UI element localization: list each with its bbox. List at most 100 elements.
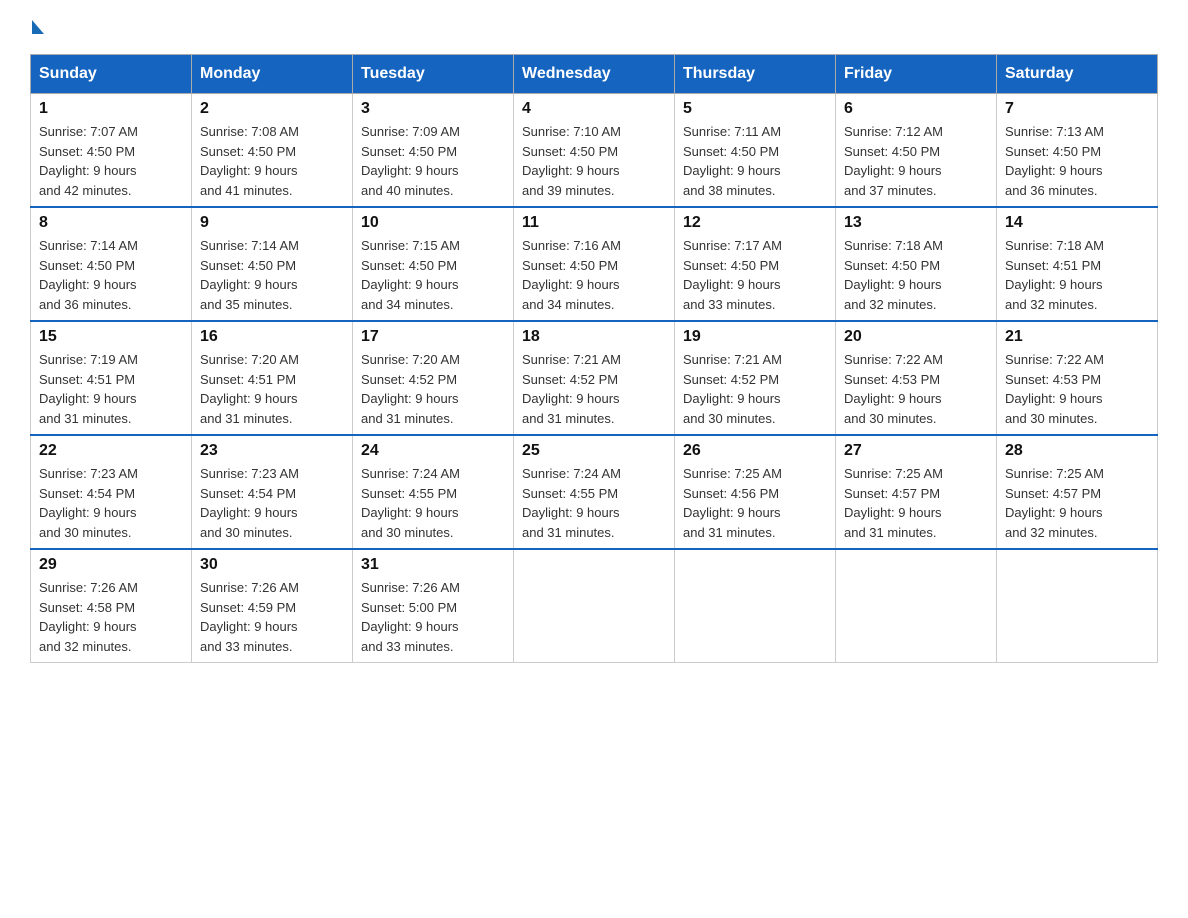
day-info: Sunrise: 7:15 AMSunset: 4:50 PMDaylight:… [361, 238, 460, 312]
day-number: 9 [200, 214, 344, 232]
day-number: 11 [522, 214, 666, 232]
calendar-cell [514, 549, 675, 663]
calendar-cell: 5 Sunrise: 7:11 AMSunset: 4:50 PMDayligh… [675, 94, 836, 208]
calendar-cell: 25 Sunrise: 7:24 AMSunset: 4:55 PMDaylig… [514, 435, 675, 549]
logo [30, 20, 44, 36]
calendar-header-row: SundayMondayTuesdayWednesdayThursdayFrid… [31, 55, 1158, 94]
day-info: Sunrise: 7:21 AMSunset: 4:52 PMDaylight:… [683, 352, 782, 426]
calendar-cell: 27 Sunrise: 7:25 AMSunset: 4:57 PMDaylig… [836, 435, 997, 549]
calendar-cell: 6 Sunrise: 7:12 AMSunset: 4:50 PMDayligh… [836, 94, 997, 208]
week-row-2: 8 Sunrise: 7:14 AMSunset: 4:50 PMDayligh… [31, 207, 1158, 321]
calendar-cell: 18 Sunrise: 7:21 AMSunset: 4:52 PMDaylig… [514, 321, 675, 435]
calendar-cell: 11 Sunrise: 7:16 AMSunset: 4:50 PMDaylig… [514, 207, 675, 321]
day-number: 10 [361, 214, 505, 232]
day-number: 1 [39, 100, 183, 118]
day-info: Sunrise: 7:13 AMSunset: 4:50 PMDaylight:… [1005, 124, 1104, 198]
day-info: Sunrise: 7:25 AMSunset: 4:56 PMDaylight:… [683, 466, 782, 540]
calendar-cell: 12 Sunrise: 7:17 AMSunset: 4:50 PMDaylig… [675, 207, 836, 321]
calendar-cell: 8 Sunrise: 7:14 AMSunset: 4:50 PMDayligh… [31, 207, 192, 321]
day-info: Sunrise: 7:11 AMSunset: 4:50 PMDaylight:… [683, 124, 781, 198]
column-header-friday: Friday [836, 55, 997, 94]
day-number: 17 [361, 328, 505, 346]
day-number: 20 [844, 328, 988, 346]
day-info: Sunrise: 7:14 AMSunset: 4:50 PMDaylight:… [39, 238, 138, 312]
calendar-cell: 31 Sunrise: 7:26 AMSunset: 5:00 PMDaylig… [353, 549, 514, 663]
calendar-cell: 1 Sunrise: 7:07 AMSunset: 4:50 PMDayligh… [31, 94, 192, 208]
day-info: Sunrise: 7:21 AMSunset: 4:52 PMDaylight:… [522, 352, 621, 426]
calendar-cell: 28 Sunrise: 7:25 AMSunset: 4:57 PMDaylig… [997, 435, 1158, 549]
day-number: 25 [522, 442, 666, 460]
day-number: 8 [39, 214, 183, 232]
day-number: 29 [39, 556, 183, 574]
calendar-table: SundayMondayTuesdayWednesdayThursdayFrid… [30, 54, 1158, 663]
column-header-wednesday: Wednesday [514, 55, 675, 94]
page-header [30, 20, 1158, 36]
calendar-cell: 15 Sunrise: 7:19 AMSunset: 4:51 PMDaylig… [31, 321, 192, 435]
day-info: Sunrise: 7:07 AMSunset: 4:50 PMDaylight:… [39, 124, 138, 198]
day-info: Sunrise: 7:17 AMSunset: 4:50 PMDaylight:… [683, 238, 782, 312]
day-number: 16 [200, 328, 344, 346]
day-info: Sunrise: 7:18 AMSunset: 4:51 PMDaylight:… [1005, 238, 1104, 312]
day-info: Sunrise: 7:12 AMSunset: 4:50 PMDaylight:… [844, 124, 943, 198]
day-number: 26 [683, 442, 827, 460]
day-number: 7 [1005, 100, 1149, 118]
week-row-1: 1 Sunrise: 7:07 AMSunset: 4:50 PMDayligh… [31, 94, 1158, 208]
calendar-cell: 21 Sunrise: 7:22 AMSunset: 4:53 PMDaylig… [997, 321, 1158, 435]
week-row-3: 15 Sunrise: 7:19 AMSunset: 4:51 PMDaylig… [31, 321, 1158, 435]
logo-row [30, 20, 44, 36]
day-number: 4 [522, 100, 666, 118]
day-number: 27 [844, 442, 988, 460]
calendar-cell: 2 Sunrise: 7:08 AMSunset: 4:50 PMDayligh… [192, 94, 353, 208]
week-row-4: 22 Sunrise: 7:23 AMSunset: 4:54 PMDaylig… [31, 435, 1158, 549]
day-info: Sunrise: 7:23 AMSunset: 4:54 PMDaylight:… [39, 466, 138, 540]
day-number: 12 [683, 214, 827, 232]
day-number: 31 [361, 556, 505, 574]
day-info: Sunrise: 7:09 AMSunset: 4:50 PMDaylight:… [361, 124, 460, 198]
day-info: Sunrise: 7:26 AMSunset: 5:00 PMDaylight:… [361, 580, 460, 654]
day-number: 2 [200, 100, 344, 118]
day-info: Sunrise: 7:25 AMSunset: 4:57 PMDaylight:… [1005, 466, 1104, 540]
day-info: Sunrise: 7:18 AMSunset: 4:50 PMDaylight:… [844, 238, 943, 312]
calendar-cell: 7 Sunrise: 7:13 AMSunset: 4:50 PMDayligh… [997, 94, 1158, 208]
column-header-monday: Monday [192, 55, 353, 94]
calendar-cell: 10 Sunrise: 7:15 AMSunset: 4:50 PMDaylig… [353, 207, 514, 321]
day-info: Sunrise: 7:10 AMSunset: 4:50 PMDaylight:… [522, 124, 621, 198]
day-number: 13 [844, 214, 988, 232]
column-header-sunday: Sunday [31, 55, 192, 94]
day-info: Sunrise: 7:23 AMSunset: 4:54 PMDaylight:… [200, 466, 299, 540]
calendar-cell: 26 Sunrise: 7:25 AMSunset: 4:56 PMDaylig… [675, 435, 836, 549]
calendar-cell: 19 Sunrise: 7:21 AMSunset: 4:52 PMDaylig… [675, 321, 836, 435]
day-number: 21 [1005, 328, 1149, 346]
week-row-5: 29 Sunrise: 7:26 AMSunset: 4:58 PMDaylig… [31, 549, 1158, 663]
day-number: 19 [683, 328, 827, 346]
column-header-tuesday: Tuesday [353, 55, 514, 94]
calendar-cell: 24 Sunrise: 7:24 AMSunset: 4:55 PMDaylig… [353, 435, 514, 549]
calendar-cell: 9 Sunrise: 7:14 AMSunset: 4:50 PMDayligh… [192, 207, 353, 321]
day-number: 30 [200, 556, 344, 574]
day-number: 3 [361, 100, 505, 118]
day-info: Sunrise: 7:25 AMSunset: 4:57 PMDaylight:… [844, 466, 943, 540]
day-number: 24 [361, 442, 505, 460]
calendar-cell: 16 Sunrise: 7:20 AMSunset: 4:51 PMDaylig… [192, 321, 353, 435]
logo-arrow-icon [32, 20, 44, 34]
calendar-cell: 29 Sunrise: 7:26 AMSunset: 4:58 PMDaylig… [31, 549, 192, 663]
day-info: Sunrise: 7:24 AMSunset: 4:55 PMDaylight:… [361, 466, 460, 540]
calendar-cell: 17 Sunrise: 7:20 AMSunset: 4:52 PMDaylig… [353, 321, 514, 435]
day-info: Sunrise: 7:26 AMSunset: 4:59 PMDaylight:… [200, 580, 299, 654]
day-number: 5 [683, 100, 827, 118]
day-info: Sunrise: 7:26 AMSunset: 4:58 PMDaylight:… [39, 580, 138, 654]
day-info: Sunrise: 7:20 AMSunset: 4:52 PMDaylight:… [361, 352, 460, 426]
calendar-cell: 3 Sunrise: 7:09 AMSunset: 4:50 PMDayligh… [353, 94, 514, 208]
day-info: Sunrise: 7:24 AMSunset: 4:55 PMDaylight:… [522, 466, 621, 540]
day-info: Sunrise: 7:22 AMSunset: 4:53 PMDaylight:… [844, 352, 943, 426]
day-info: Sunrise: 7:08 AMSunset: 4:50 PMDaylight:… [200, 124, 299, 198]
day-info: Sunrise: 7:14 AMSunset: 4:50 PMDaylight:… [200, 238, 299, 312]
day-number: 28 [1005, 442, 1149, 460]
calendar-cell: 4 Sunrise: 7:10 AMSunset: 4:50 PMDayligh… [514, 94, 675, 208]
column-header-thursday: Thursday [675, 55, 836, 94]
day-number: 23 [200, 442, 344, 460]
day-number: 6 [844, 100, 988, 118]
calendar-cell [836, 549, 997, 663]
calendar-cell: 30 Sunrise: 7:26 AMSunset: 4:59 PMDaylig… [192, 549, 353, 663]
calendar-cell: 22 Sunrise: 7:23 AMSunset: 4:54 PMDaylig… [31, 435, 192, 549]
